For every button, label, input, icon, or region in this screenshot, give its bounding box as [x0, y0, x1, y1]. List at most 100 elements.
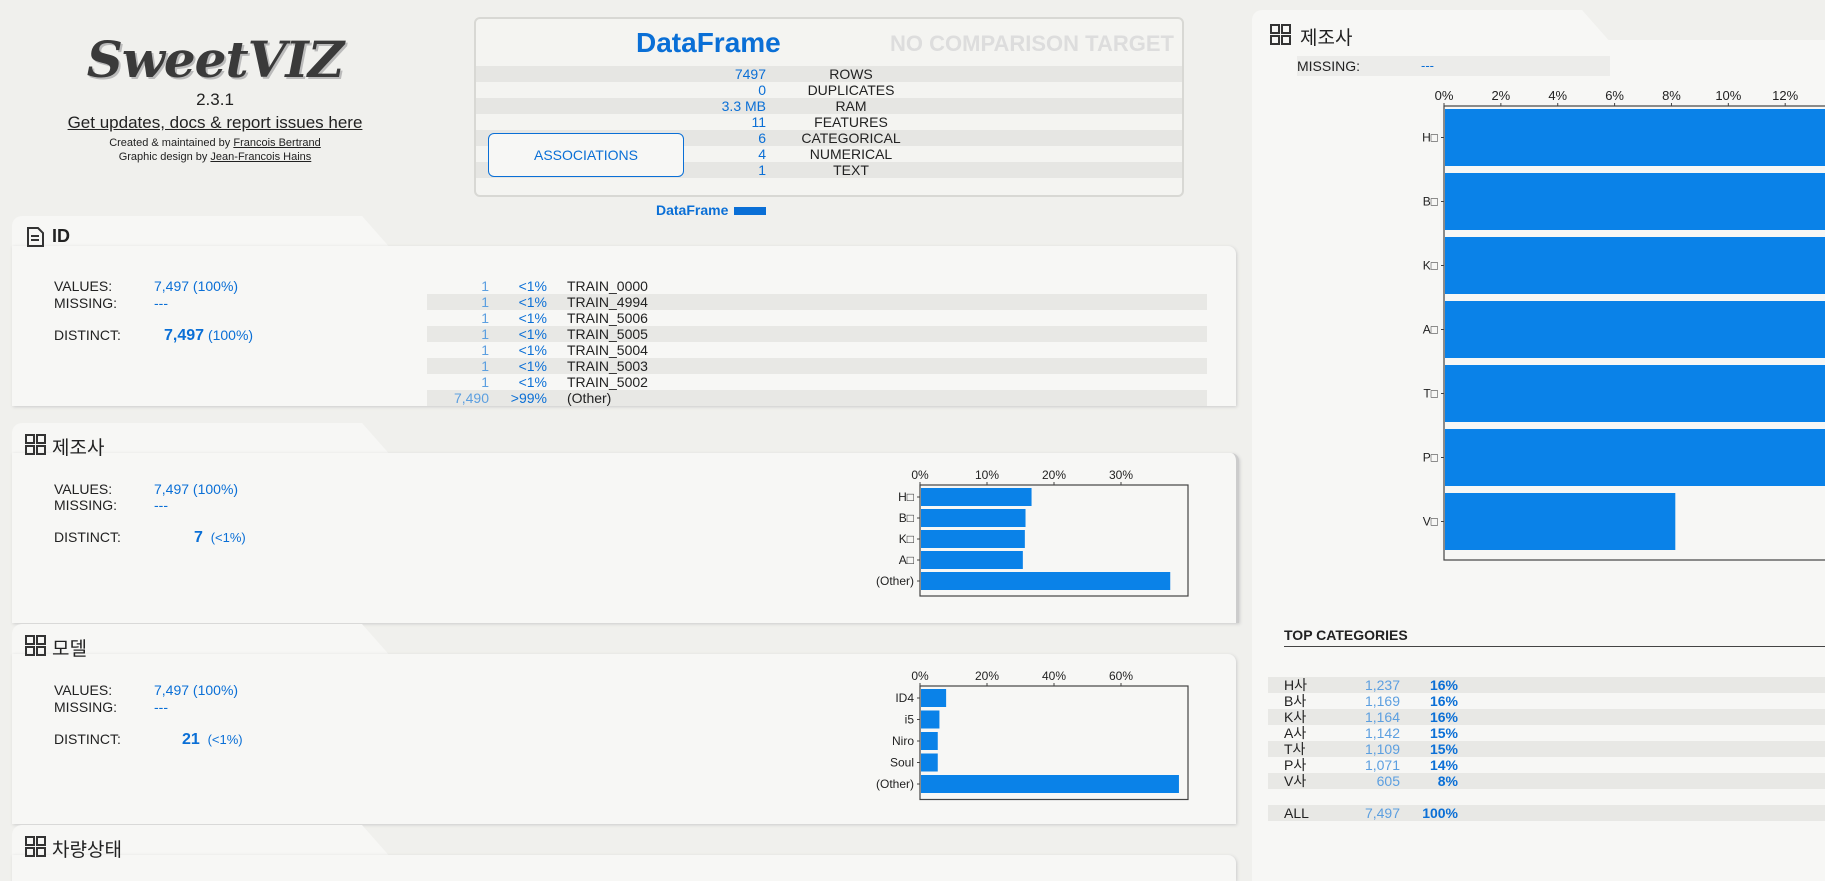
feature-title: 모델 [52, 639, 87, 660]
bar [921, 775, 1179, 793]
panel-title: 제조사 [1300, 28, 1353, 49]
designer-link[interactable]: Jean-Francois Hains [210, 151, 311, 163]
x-tick-label: 10% [1715, 88, 1741, 103]
card-body [12, 855, 1236, 881]
category-label: Soul [890, 756, 914, 770]
feature-card-id[interactable]: ID VALUES: 7,497 (100%) MISSING: --- DISTI… [12, 216, 1236, 406]
x-tick-label: 40% [1042, 669, 1066, 683]
grid-icon [25, 635, 46, 656]
freq-row: 1 <1% TRAIN_0000 [481, 278, 648, 294]
x-tick-label: 8% [1662, 88, 1681, 103]
category-label: A□ [1423, 323, 1438, 337]
bar [1445, 301, 1825, 358]
category-label: P□ [1423, 451, 1438, 465]
feature-card-model[interactable]: 모델 VALUES: 7,497 (100%) MISSING: --- DISTI… [12, 624, 1236, 824]
x-tick-label: 10% [975, 468, 999, 482]
table-row: H사 1,237 16% [1268, 677, 1825, 693]
feature-card-vehicle-condition[interactable]: 차량상태 [12, 825, 1236, 881]
design-by: Graphic design by Jean-Francois Hains [118, 151, 312, 163]
x-tick-label: 60% [1109, 669, 1133, 683]
feature-title: 제조사 [52, 438, 105, 459]
category-label: i5 [905, 713, 915, 727]
panel-missing-stat: MISSING: --- [1297, 56, 1610, 76]
bar [921, 530, 1025, 548]
summary-row: 0 DUPLICATES [758, 82, 895, 98]
freq-row: 1 <1% TRAIN_5002 [481, 374, 648, 390]
bar [921, 710, 940, 729]
feature-title: 차량상태 [52, 840, 122, 861]
feature-title: ID [52, 226, 70, 246]
bar [921, 509, 1026, 527]
table-row: V사 605 8% [1268, 773, 1825, 789]
grid-icon [25, 836, 46, 857]
author-link[interactable]: Francois Bertrand [233, 137, 320, 149]
manufacturer-mini-chart: 0% 10% 20% 30% H□ B□ K□ A□ (Other) [876, 468, 1189, 597]
freq-row: 1 <1% TRAIN_5005 [427, 326, 1207, 342]
table-row: P사 1,071 14% [1284, 757, 1458, 773]
bar [1445, 237, 1825, 294]
category-label: B□ [899, 511, 914, 525]
feature-card-manufacturer[interactable]: 제조사 VALUES: 7,497 (100%) MISSING: --- DIST… [12, 423, 1239, 623]
updates-link[interactable]: Get updates, docs & report issues here [60, 113, 370, 133]
top-categories-title: TOP CATEGORIES [1284, 627, 1825, 647]
x-tick-label: 12% [1772, 88, 1798, 103]
x-tick-label: 6% [1605, 88, 1624, 103]
bar [1445, 493, 1676, 550]
table-row-all: ALL 7,497 100% [1268, 805, 1825, 821]
category-label: V□ [1423, 515, 1438, 529]
x-tick-label: 20% [1042, 468, 1066, 482]
bar [921, 689, 947, 707]
summary-box: DataFrame NO COMPARISON TARGET 7497 ROWS … [474, 17, 1184, 197]
x-tick-label: 0% [911, 669, 929, 683]
bar [1445, 173, 1825, 230]
category-label: B□ [1423, 195, 1438, 209]
top-categories: TOP CATEGORIES H사 1,237 16% B사 1,169 16% K사 1… [1268, 627, 1825, 821]
freq-row: 1 <1% TRAIN_5004 [481, 342, 648, 358]
freq-row: 1 <1% TRAIN_4994 [427, 294, 1207, 310]
bar [921, 732, 938, 750]
model-mini-chart: 0% 20% 40% 60% ID4 i5 Niro Soul (Other) [876, 669, 1189, 801]
bar [1445, 109, 1825, 166]
x-tick-label: 2% [1491, 88, 1510, 103]
freq-row: 7,490 >99% (Other) [427, 390, 1207, 406]
category-label: K□ [899, 532, 914, 546]
bar [921, 572, 1171, 590]
summary-row: 11 FEATURES [751, 114, 888, 130]
category-label: A□ [899, 553, 914, 567]
category-label: ID4 [895, 691, 914, 705]
compare-title: NO COMPARISON TARGET [890, 31, 1174, 56]
bar [921, 488, 1032, 506]
top-categories-table: H사 1,237 16% B사 1,169 16% K사 1,164 16% A사 1,142… [1268, 647, 1825, 821]
category-label: (Other) [876, 777, 914, 791]
sweetviz-logo: SweetVIZ [86, 30, 345, 89]
category-label: K□ [1423, 259, 1438, 273]
manufacturer-detail-chart: 0% 2% 4% 6% 8% 10% 12% H□ B□ K□ A□ T□ P□ V□ [1422, 88, 1825, 561]
category-label: T□ [1423, 387, 1438, 401]
freq-row: 1 <1% TRAIN_5006 [481, 310, 648, 326]
bar [921, 753, 938, 772]
table-row: T사 1,109 15% [1268, 741, 1825, 757]
x-tick-label: 30% [1109, 468, 1133, 482]
x-tick-label: 20% [975, 669, 999, 683]
category-label: H□ [898, 490, 914, 504]
table-row: A사 1,142 15% [1284, 725, 1458, 741]
text-document-icon [27, 227, 44, 247]
summary-row: 3.3 MB RAM [476, 98, 1182, 114]
source-title: DataFrame [636, 27, 781, 58]
x-tick-label: 4% [1548, 88, 1567, 103]
summary-row: 7497 ROWS [476, 66, 1182, 82]
grid-icon [1270, 24, 1291, 45]
x-tick-label: 0% [911, 468, 929, 482]
table-row: K사 1,164 16% [1268, 709, 1825, 725]
bar [921, 551, 1023, 569]
category-label: (Other) [876, 574, 914, 588]
category-label: H□ [1422, 131, 1438, 145]
table-row: B사 1,169 16% [1284, 693, 1458, 709]
x-tick-label: 0% [1435, 88, 1454, 103]
category-label: Niro [892, 734, 914, 748]
sweetviz-logo-block: SweetVIZ 2.3.1 Get updates, docs & repor… [60, 30, 370, 164]
grid-icon [25, 434, 46, 455]
bar [1445, 365, 1825, 422]
associations-button[interactable]: ASSOCIATIONS [488, 133, 684, 177]
created-by: Created & maintained by Francois Bertran… [109, 137, 321, 149]
